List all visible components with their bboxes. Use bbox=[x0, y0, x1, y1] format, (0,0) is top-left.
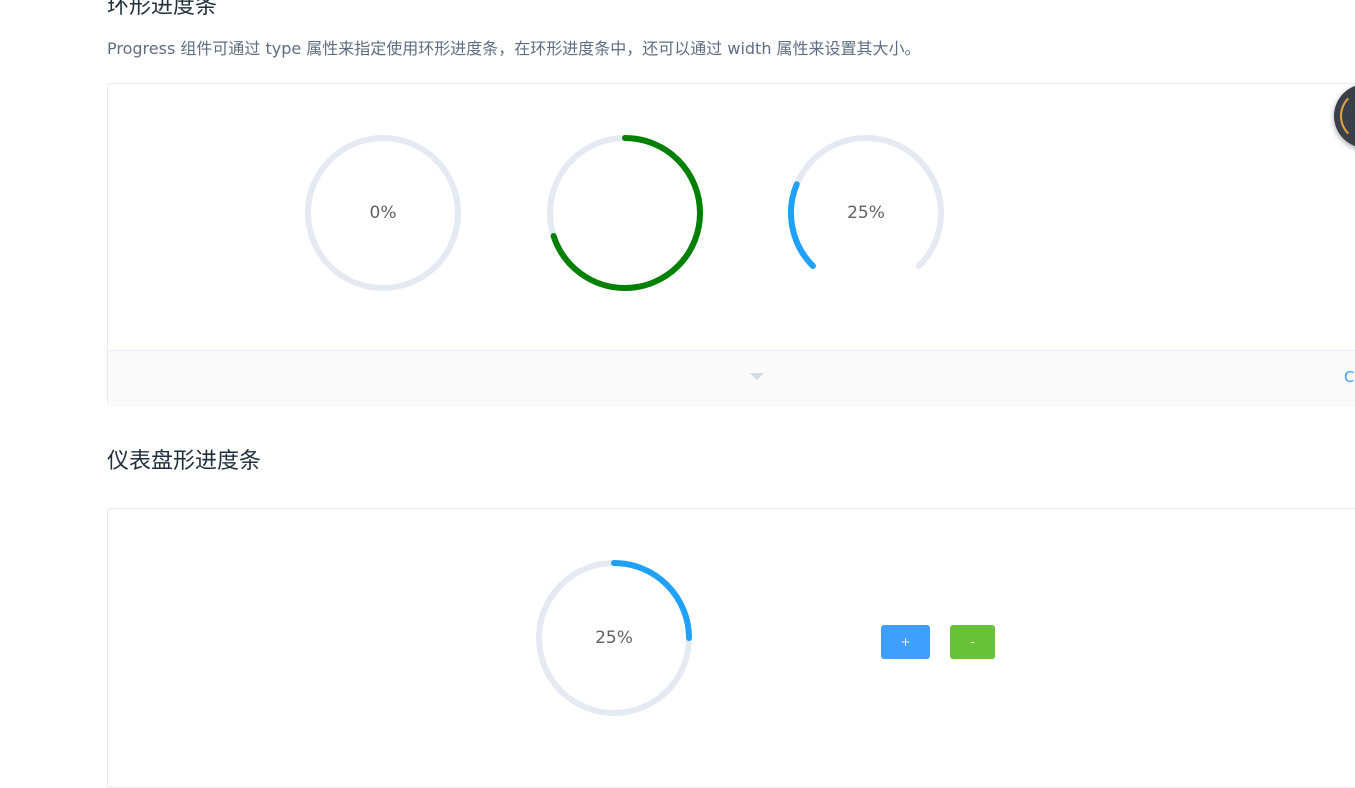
caret-down-icon bbox=[750, 373, 764, 380]
progress-text bbox=[545, 133, 705, 293]
progress-text: 0% bbox=[369, 203, 397, 223]
progress-text: 25% bbox=[847, 203, 885, 223]
section-title-circle: 环形进度条 bbox=[107, 0, 218, 19]
demo-control-toggle[interactable]: C bbox=[108, 350, 1355, 407]
section-title-dashboard: 仪表盘形进度条 bbox=[107, 449, 262, 474]
section-description: Progress 组件可通过 type 属性来指定使用环形进度条，在环形进度条中… bbox=[107, 39, 921, 58]
control-extra-text[interactable]: C bbox=[1344, 368, 1355, 386]
progress-text: 25% bbox=[595, 628, 633, 648]
decrease-button[interactable]: - bbox=[950, 625, 995, 659]
progress-circle-2: 25% bbox=[786, 133, 946, 293]
progress-circle-dashboard: 25% bbox=[534, 558, 694, 718]
progress-circle-1 bbox=[545, 133, 705, 293]
demo-block-circle: 0% 25% C bbox=[107, 83, 1355, 407]
progress-circle-0: 0% bbox=[303, 133, 463, 293]
demo-area: 0% 25% bbox=[108, 84, 1355, 350]
increase-button[interactable]: + bbox=[881, 625, 930, 659]
demo-block-dashboard: 25% + - bbox=[107, 508, 1355, 788]
widget-ring bbox=[1340, 90, 1355, 142]
